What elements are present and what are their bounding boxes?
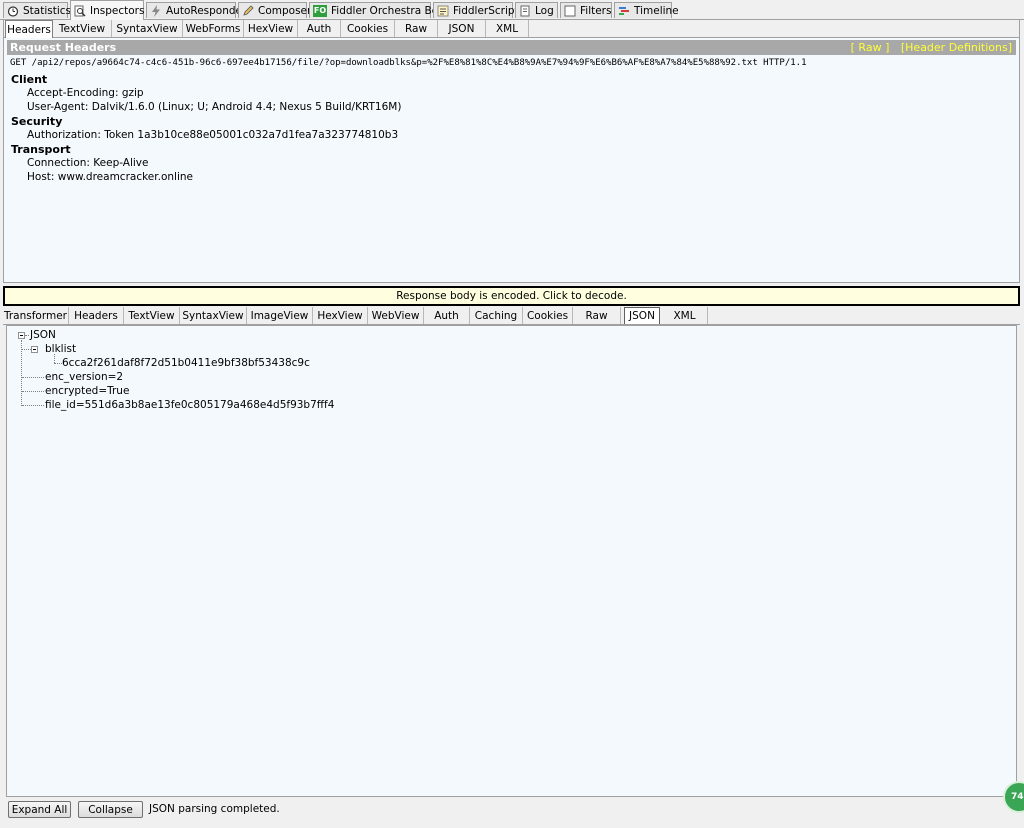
tab-label: AutoResponder [166, 4, 247, 17]
request-tab-textview[interactable]: TextView [53, 20, 112, 37]
decode-banner[interactable]: Response body is encoded. Click to decod… [3, 286, 1020, 306]
response-tab-cookies[interactable]: Cookies [523, 307, 573, 324]
response-tab-textview[interactable]: TextView [124, 307, 180, 324]
tree-node-file-id[interactable]: file_id=551d6a3b8ae13fe0c805179a468e4d5f… [45, 399, 334, 411]
tab-timeline[interactable]: Timeline [614, 2, 679, 18]
request-tab-headers[interactable]: Headers [5, 20, 53, 38]
response-tab-imageview[interactable]: ImageView [247, 307, 313, 324]
request-tab-syntaxview[interactable]: SyntaxView [112, 20, 183, 37]
tree-connector [22, 405, 44, 406]
request-tab-cookies[interactable]: Cookies [341, 20, 395, 37]
tab-filters[interactable]: Filters [560, 2, 612, 18]
tree-node-encrypted[interactable]: encrypted=True [45, 385, 129, 397]
lightning-icon [150, 4, 162, 17]
json-tree-view: JSON blklist 6cca2f261daf8f72d51b0411e9b… [6, 325, 1017, 797]
response-tab-json[interactable]: JSON [624, 307, 660, 324]
response-tab-headers[interactable]: Headers [69, 307, 124, 324]
pencil-icon [242, 4, 254, 17]
response-tab-transformer[interactable]: Transformer [3, 307, 69, 324]
tab-label: Composer [258, 4, 312, 17]
tree-connector [22, 349, 31, 350]
tree-node-root[interactable]: JSON [30, 329, 56, 341]
tab-label: Log [535, 4, 554, 17]
main-tab-strip: Statistics Inspectors AutoResponder Comp… [0, 0, 1024, 20]
header-host: Host: www.dreamcracker.online [27, 171, 193, 183]
response-subtabs: Transformer Headers TextView SyntaxView … [3, 306, 1020, 325]
fo-badge-icon: FO [313, 4, 327, 17]
request-tab-webforms[interactable]: WebForms [183, 20, 244, 37]
tab-label: Statistics [23, 4, 71, 17]
tab-fiddler-orchestra-beta[interactable]: FO Fiddler Orchestra Beta [309, 2, 449, 18]
response-tab-hexview[interactable]: HexView [313, 307, 368, 324]
collapse-toggle-blklist[interactable] [31, 346, 38, 353]
raw-link[interactable]: [ Raw ] [851, 41, 890, 54]
tree-node-blk-item[interactable]: 6cca2f261daf8f72d51b0411e9bf38bf53438c9c [62, 357, 310, 369]
tab-inspectors[interactable]: Inspectors [70, 0, 144, 20]
tree-connector [54, 354, 55, 363]
tab-statistics[interactable]: Statistics [3, 2, 71, 18]
header-definitions-link[interactable]: [Header Definitions] [901, 41, 1012, 54]
response-tab-raw[interactable]: Raw [573, 307, 621, 324]
request-headers-title: Request Headers [ Raw ] [Header Definiti… [7, 40, 1016, 55]
response-tab-syntaxview[interactable]: SyntaxView [180, 307, 247, 324]
stopwatch-icon [7, 5, 19, 17]
checkbox-icon [564, 5, 576, 17]
header-user-agent: User-Agent: Dalvik/1.6.0 (Linux; U; Andr… [27, 101, 402, 113]
request-subtabs: Headers TextView SyntaxView WebForms Hex… [4, 20, 1019, 38]
collapse-button[interactable]: Collapse [78, 801, 143, 818]
request-headers-title-text: Request Headers [10, 41, 117, 54]
tree-connector [22, 377, 44, 378]
request-tab-raw[interactable]: Raw [395, 20, 438, 37]
script-icon [437, 5, 449, 17]
section-security: Security [11, 115, 63, 128]
request-tab-xml[interactable]: XML [486, 20, 529, 37]
tree-node-blklist[interactable]: blklist [45, 343, 76, 355]
request-tab-auth[interactable]: Auth [298, 20, 341, 37]
tree-connector [25, 335, 29, 336]
tab-label: Fiddler Orchestra Beta [331, 4, 449, 17]
tab-composer[interactable]: Composer [238, 2, 311, 18]
header-connection: Connection: Keep-Alive [27, 157, 149, 169]
tree-connector [22, 391, 44, 392]
timeline-icon [618, 5, 630, 17]
magnifier-icon [74, 5, 86, 17]
tab-log[interactable]: Log [515, 2, 558, 18]
tab-label: Inspectors [90, 4, 145, 17]
tree-connector [54, 363, 62, 364]
log-icon [519, 5, 531, 17]
bottom-toolbar: Expand All Collapse JSON parsing complet… [0, 798, 1024, 828]
response-tab-xml[interactable]: XML [662, 307, 708, 324]
header-accept-encoding: Accept-Encoding: gzip [27, 87, 144, 99]
header-links: [ Raw ] [Header Definitions] [843, 40, 1012, 55]
request-line: GET /api2/repos/a9664c74-c4c6-451b-96c6-… [10, 58, 807, 68]
tab-label: Filters [580, 4, 612, 17]
tab-label: Timeline [634, 4, 679, 17]
tab-fiddlerscript[interactable]: FiddlerScript [433, 2, 519, 18]
header-authorization: Authorization: Token 1a3b10ce88e05001c03… [27, 129, 399, 141]
request-tab-json[interactable]: JSON [438, 20, 486, 37]
status-text: JSON parsing completed. [149, 803, 280, 815]
response-tab-caching[interactable]: Caching [470, 307, 523, 324]
tree-node-enc-version[interactable]: enc_version=2 [45, 371, 123, 383]
collapse-toggle-root[interactable] [18, 332, 25, 339]
expand-all-button[interactable]: Expand All [8, 801, 71, 818]
request-tab-hexview[interactable]: HexView [244, 20, 298, 37]
section-transport: Transport [11, 143, 71, 156]
tab-label: FiddlerScript [453, 4, 519, 17]
section-client: Client [11, 73, 48, 86]
request-panel: Headers TextView SyntaxView WebForms Hex… [3, 19, 1020, 283]
response-tab-webview[interactable]: WebView [368, 307, 424, 324]
response-tab-auth[interactable]: Auth [424, 307, 470, 324]
tab-autoresponder[interactable]: AutoResponder [146, 2, 246, 18]
